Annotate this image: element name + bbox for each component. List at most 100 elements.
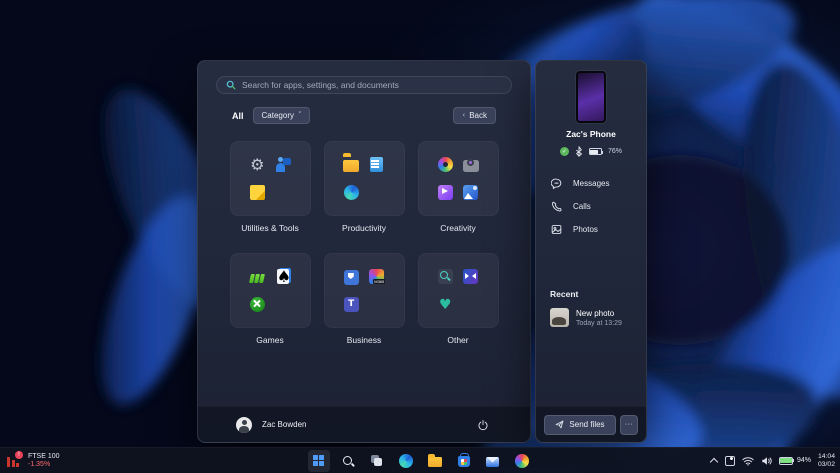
tile-label: Other bbox=[418, 335, 499, 345]
user-name[interactable]: Zac Bowden bbox=[262, 420, 306, 429]
widgets-icon bbox=[275, 184, 290, 199]
desktop: All Category ˅ ‹ Back ⚙ Utilities & Tool… bbox=[0, 0, 840, 473]
phone-battery-percent: 76% bbox=[608, 148, 622, 155]
tile-label: Utilities & Tools bbox=[230, 223, 311, 233]
start-button[interactable] bbox=[308, 450, 330, 472]
search-input[interactable] bbox=[242, 80, 502, 90]
phone-preview[interactable] bbox=[576, 71, 606, 123]
phone-menu: Messages Calls Photos bbox=[536, 172, 646, 241]
connected-check-icon: ✓ bbox=[560, 147, 569, 156]
category-dropdown[interactable]: Category ˅ bbox=[253, 107, 311, 124]
category-cell-utilities-tools: ⚙ Utilities & Tools bbox=[230, 141, 311, 233]
phone-status-row: ✓ 76% bbox=[560, 146, 622, 157]
battery-icon[interactable] bbox=[779, 457, 793, 465]
back-button[interactable]: ‹ Back bbox=[453, 107, 496, 124]
user-avatar[interactable] bbox=[236, 417, 252, 433]
outlook-icon bbox=[486, 457, 499, 467]
tile-label: Business bbox=[324, 335, 405, 345]
phone-name: Zac's Phone bbox=[566, 129, 616, 139]
volume-icon[interactable] bbox=[761, 456, 772, 466]
chevron-left-icon: ‹ bbox=[462, 112, 465, 119]
task-view-button[interactable] bbox=[366, 450, 388, 472]
get-help-icon bbox=[274, 156, 291, 173]
search-bar[interactable] bbox=[216, 76, 512, 94]
tray-overflow-button[interactable] bbox=[711, 457, 718, 464]
ellipsis-icon: ··· bbox=[625, 421, 634, 428]
search-icon bbox=[343, 456, 352, 465]
tray-date: 03/02 bbox=[818, 461, 835, 469]
widget-index-name: FTSE 100 bbox=[28, 453, 60, 461]
category-cell-productivity: Productivity bbox=[324, 141, 405, 233]
widgets-button[interactable]: ! FTSE 100 -1.35% bbox=[7, 453, 60, 469]
phone-battery-icon bbox=[589, 148, 602, 155]
wifi-icon[interactable] bbox=[742, 456, 754, 466]
category-cell-games: ♠ Games bbox=[230, 253, 311, 345]
more-options-button[interactable]: ··· bbox=[620, 415, 638, 435]
menu-item-photos[interactable]: Photos bbox=[551, 218, 631, 241]
clipchamp-icon bbox=[437, 184, 454, 201]
messages-icon bbox=[551, 178, 562, 189]
search-icon bbox=[226, 80, 236, 90]
back-button-label: Back bbox=[469, 111, 487, 120]
recent-heading: Recent bbox=[550, 289, 632, 299]
windows-logo-icon bbox=[313, 455, 324, 466]
menu-item-messages[interactable]: Messages bbox=[551, 172, 631, 195]
category-tile-utilities-tools[interactable]: ⚙ bbox=[230, 141, 311, 216]
phone-footer: Send files ··· bbox=[536, 406, 646, 442]
solitaire-icon: ♠ bbox=[274, 268, 291, 285]
outlook-button[interactable] bbox=[482, 450, 504, 472]
filter-row: All Category ˅ ‹ Back bbox=[216, 107, 512, 124]
installed-apps-icon bbox=[464, 296, 478, 310]
stock-chart-icon: ! bbox=[7, 454, 22, 467]
file-explorer-icon bbox=[343, 156, 360, 173]
send-files-button[interactable]: Send files bbox=[544, 415, 616, 435]
taskbar-center bbox=[308, 450, 533, 472]
microsoft-365-button[interactable] bbox=[511, 450, 533, 472]
calls-icon bbox=[551, 201, 562, 212]
task-view-icon bbox=[371, 455, 382, 466]
sticky-notes-icon bbox=[249, 184, 266, 201]
menu-item-label: Photos bbox=[573, 225, 598, 234]
tile-label: Games bbox=[230, 335, 311, 345]
edge-icon bbox=[343, 184, 360, 201]
tray-time: 14:04 bbox=[818, 453, 835, 461]
category-dropdown-label: Category bbox=[262, 111, 294, 120]
menu-item-calls[interactable]: Calls bbox=[551, 195, 631, 218]
tray-app-icon[interactable] bbox=[725, 456, 735, 466]
start-menu: All Category ˅ ‹ Back ⚙ Utilities & Tool… bbox=[197, 60, 531, 443]
phone-link-panel: Zac's Phone ✓ 76% Messages Calls bbox=[535, 60, 647, 443]
widget-index-change: -1.35% bbox=[28, 461, 60, 469]
category-tile-creativity[interactable] bbox=[418, 141, 499, 216]
category-cell-other: ♥ Other bbox=[418, 253, 499, 345]
paint-icon bbox=[437, 156, 454, 173]
power-automate-icon bbox=[343, 269, 360, 286]
recent-section: Recent New photo Today at 13:29 bbox=[536, 289, 646, 327]
edge-icon bbox=[399, 454, 413, 468]
file-explorer-button[interactable] bbox=[424, 450, 446, 472]
settings-icon: ⚙ bbox=[249, 156, 266, 173]
teams-icon: T bbox=[344, 297, 359, 312]
edge-button[interactable] bbox=[395, 450, 417, 472]
start-footer: Zac Bowden bbox=[198, 406, 530, 442]
category-tile-other[interactable]: ♥ bbox=[418, 253, 499, 328]
taskbar-search-button[interactable] bbox=[337, 450, 359, 472]
category-cell-business: M365 T Business bbox=[324, 253, 405, 345]
recent-item[interactable]: New photo Today at 13:29 bbox=[550, 308, 632, 327]
filter-all[interactable]: All bbox=[216, 111, 244, 121]
recent-item-time: Today at 13:29 bbox=[576, 320, 622, 327]
clock[interactable]: 14:04 03/02 bbox=[818, 453, 835, 469]
tile-label: Productivity bbox=[324, 223, 405, 233]
category-tile-productivity[interactable] bbox=[324, 141, 405, 216]
store-button[interactable] bbox=[453, 450, 475, 472]
photos-icon bbox=[462, 184, 479, 201]
category-tile-business[interactable]: M365 T bbox=[324, 253, 405, 328]
bluetooth-icon bbox=[575, 146, 583, 157]
notepad-icon bbox=[368, 156, 385, 173]
category-cell-creativity: Creativity bbox=[418, 141, 499, 233]
xbox-icon bbox=[249, 296, 266, 313]
send-files-label: Send files bbox=[569, 420, 604, 429]
family-safety-icon: ♥ bbox=[437, 296, 454, 313]
category-tile-games[interactable]: ♠ bbox=[230, 253, 311, 328]
power-button[interactable] bbox=[474, 416, 492, 434]
battery-percent: 94% bbox=[797, 457, 811, 464]
